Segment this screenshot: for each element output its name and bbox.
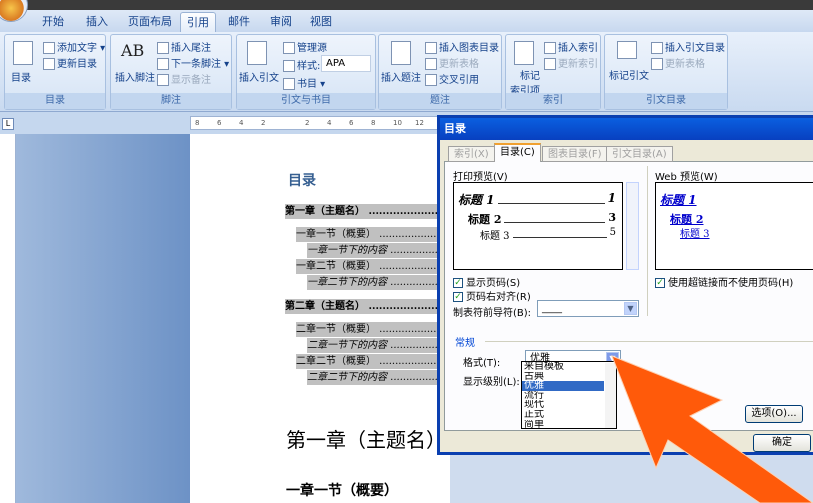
tab-5[interactable]: 审阅 <box>264 12 298 32</box>
tab-2[interactable]: 页面布局 <box>122 12 178 32</box>
tab-3[interactable]: 引用 <box>180 12 216 32</box>
orange-arrow-shape <box>611 355 813 503</box>
tab-0[interactable]: 开始 <box>36 12 70 32</box>
tab-6[interactable]: 视图 <box>304 12 338 32</box>
annotation-arrow <box>611 355 813 503</box>
tab-1[interactable]: 插入 <box>80 12 114 32</box>
tab-4[interactable]: 邮件 <box>222 12 256 32</box>
